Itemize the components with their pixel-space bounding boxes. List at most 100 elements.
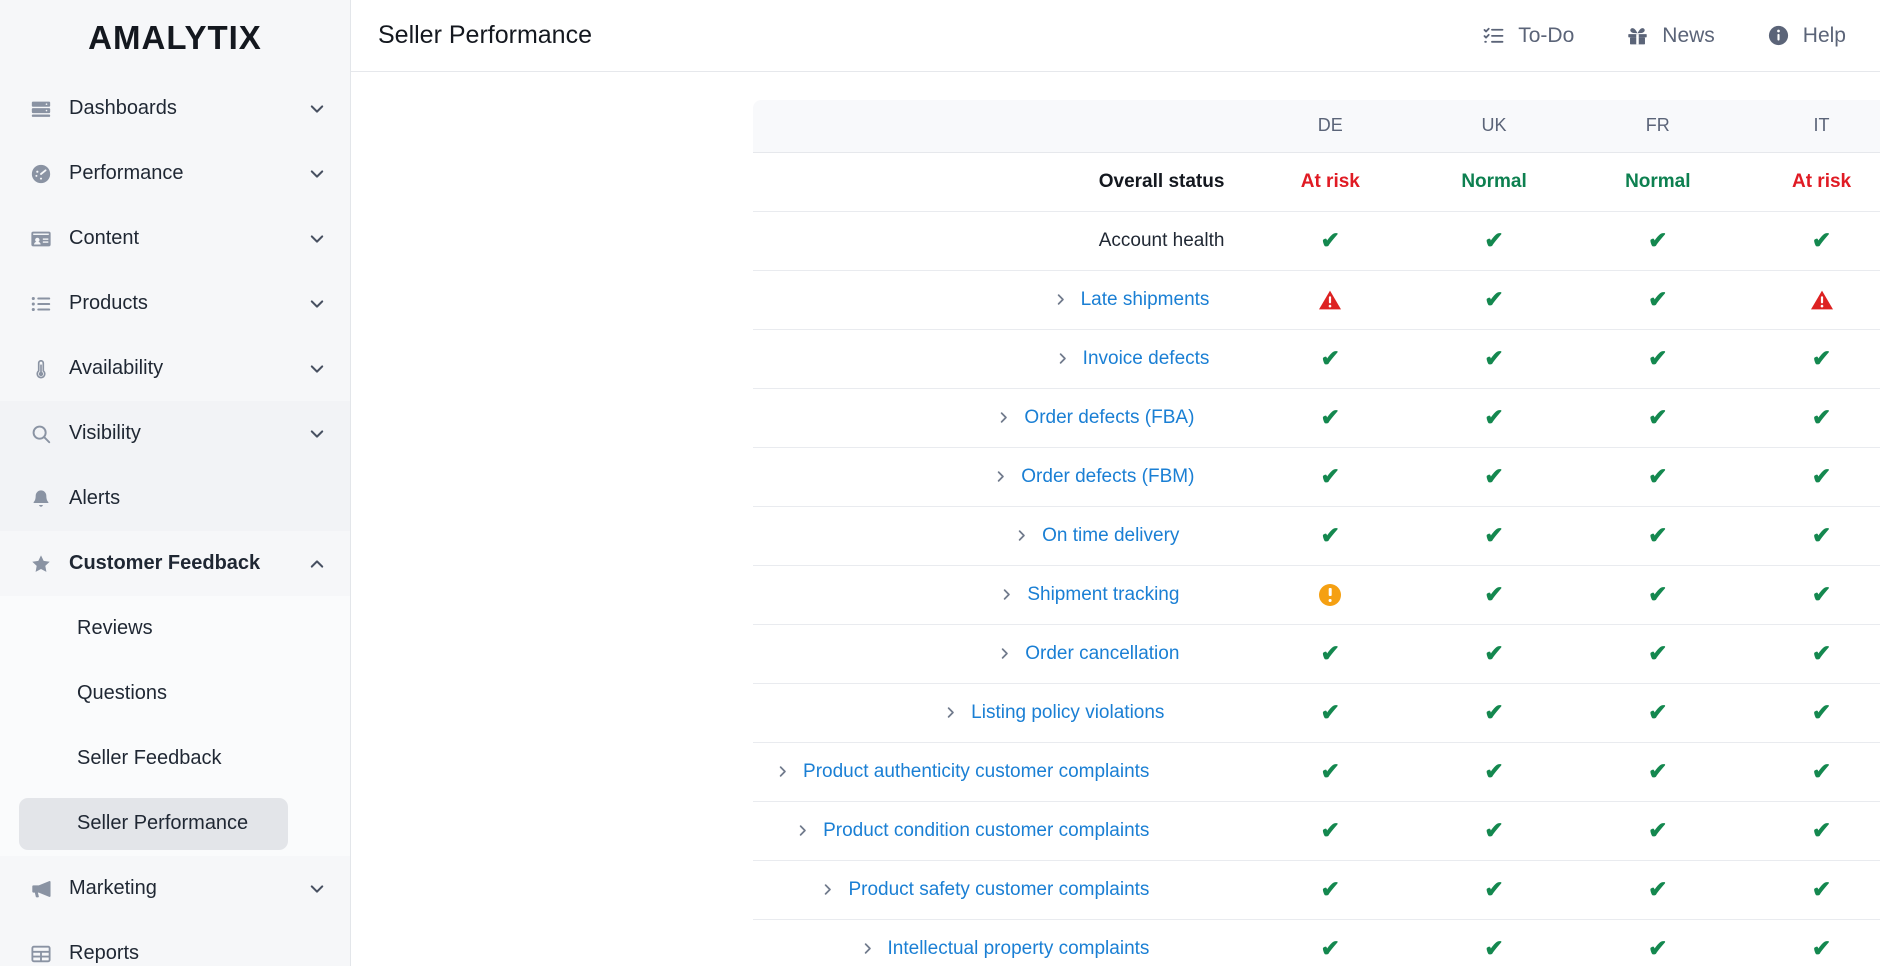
topnav-item-to-do[interactable]: To-Do	[1482, 24, 1574, 48]
sidebar-item-alerts[interactable]: Alerts	[0, 466, 350, 531]
sidebar-item-performance[interactable]: Performance	[0, 141, 350, 206]
row-label[interactable]: Listing policy violations	[971, 702, 1164, 724]
column-header-it[interactable]: IT	[1739, 100, 1880, 153]
sidebar-item-content[interactable]: Content	[0, 206, 350, 271]
check-icon: ✔	[1484, 403, 1504, 430]
row-label-wrap: Product condition customer complaints	[753, 820, 1248, 842]
status-cell: ✔	[1248, 683, 1413, 743]
row-label[interactable]: Product condition customer complaints	[823, 820, 1149, 842]
sidebar-item-dashboards[interactable]: Dashboards	[0, 76, 350, 141]
brand-name: AMALYTIX	[88, 19, 262, 56]
sidebar-subitem-seller-performance[interactable]: Seller Performance	[0, 791, 350, 856]
row-label[interactable]: Product authenticity customer complaints	[803, 761, 1149, 783]
expand-chevron-right-icon[interactable]	[998, 646, 1011, 661]
status-cell: ✔	[1412, 624, 1576, 684]
check-icon: ✔	[1320, 698, 1340, 725]
row-label-cell: Order cancellation	[753, 624, 1249, 684]
row-label-wrap: Late shipments	[753, 289, 1248, 311]
status-cell: ✔	[1739, 801, 1880, 861]
column-header-de[interactable]: DE	[1248, 100, 1413, 153]
chevron-down-icon[interactable]	[308, 100, 326, 118]
expand-chevron-right-icon[interactable]	[997, 410, 1010, 425]
status-cell: ✔	[1739, 565, 1880, 625]
row-label[interactable]: On time delivery	[1042, 525, 1179, 547]
expand-chevron-right-icon[interactable]	[1015, 528, 1028, 543]
chevron-down-icon[interactable]	[308, 295, 326, 313]
expand-chevron-right-icon[interactable]	[1056, 351, 1069, 366]
expand-chevron-right-icon[interactable]	[796, 823, 809, 838]
main-area: Seller Performance To-Do News Help DE UK FR I…	[351, 0, 1880, 966]
sidebar-nav: Dashboards Performance Content Products Avai…	[0, 76, 350, 966]
page-title: Seller Performance	[378, 21, 592, 49]
topnav-item-help[interactable]: Help	[1767, 24, 1846, 48]
status-cell: ✔	[1575, 447, 1740, 507]
brand-logo[interactable]: AMALYTIX	[0, 0, 350, 76]
sidebar-subgroup-customer-feedback: Reviews Questions Seller Feedback Seller Pe…	[0, 596, 350, 856]
check-icon: ✔	[1811, 875, 1832, 902]
sidebar: AMALYTIX Dashboards Performance Content Pro…	[0, 0, 351, 966]
column-header-fr[interactable]: FR	[1575, 100, 1740, 153]
status-cell	[1248, 565, 1413, 625]
sidebar-subitem-reviews[interactable]: Reviews	[0, 596, 350, 661]
sidebar-item-reports[interactable]: Reports	[0, 921, 350, 966]
check-icon: ✔	[1320, 934, 1340, 961]
topnav-label: News	[1662, 23, 1715, 47]
chevron-down-icon[interactable]	[308, 230, 326, 248]
sidebar-item-label: Content	[69, 227, 140, 249]
sidebar-subitem-questions[interactable]: Questions	[0, 661, 350, 726]
row-label-wrap: Product authenticity customer complaints	[753, 761, 1248, 783]
chevron-down-icon[interactable]	[308, 165, 326, 183]
status-cell: ✔	[1412, 270, 1576, 330]
check-icon: ✔	[1811, 521, 1832, 548]
sidebar-item-marketing[interactable]: Marketing	[0, 856, 350, 921]
check-icon: ✔	[1648, 698, 1668, 725]
status-cell: ✔	[1739, 329, 1880, 389]
status-cell: ✔	[1412, 211, 1576, 271]
status-cell: ✔	[1575, 801, 1740, 861]
status-cell: ✔	[1412, 388, 1576, 448]
check-icon: ✔	[1484, 580, 1504, 607]
table-row: Late shipments✔✔✔✔	[753, 270, 1880, 330]
row-label-cell: Shipment tracking	[753, 565, 1249, 625]
sidebar-item-products[interactable]: Products	[0, 271, 350, 336]
sidebar-item-visibility[interactable]: Visibility	[0, 401, 350, 466]
sidebar-subitem-pill: Seller Performance	[19, 797, 289, 850]
row-label[interactable]: Invoice defects	[1083, 348, 1210, 370]
row-label[interactable]: Late shipments	[1081, 289, 1210, 311]
expand-chevron-right-icon[interactable]	[821, 882, 834, 897]
topnav-label: To-Do	[1518, 23, 1575, 47]
expand-chevron-right-icon[interactable]	[994, 469, 1007, 484]
check-icon: ✔	[1484, 698, 1504, 725]
sidebar-item-availability[interactable]: Availability	[0, 336, 350, 401]
table-corner-header	[753, 100, 1249, 153]
row-label[interactable]: Order defects (FBA)	[1024, 407, 1194, 429]
expand-chevron-right-icon[interactable]	[861, 941, 874, 956]
expand-chevron-right-icon[interactable]	[944, 705, 957, 720]
search-icon	[30, 423, 52, 445]
row-label-cell: Order defects (FBM)	[753, 447, 1249, 507]
sidebar-item-customer-feedback[interactable]: Customer Feedback	[0, 531, 350, 596]
row-label[interactable]: Product safety customer complaints	[848, 879, 1149, 901]
topnav-item-news[interactable]: News	[1626, 24, 1715, 48]
check-icon: ✔	[1320, 521, 1340, 548]
chevron-up-icon[interactable]	[308, 555, 326, 573]
chevron-down-icon[interactable]	[308, 880, 326, 898]
check-icon: ✔	[1320, 403, 1340, 430]
chevron-down-icon[interactable]	[308, 425, 326, 443]
expand-chevron-right-icon[interactable]	[1054, 292, 1067, 307]
status-cell: ✔	[1739, 211, 1880, 271]
row-label[interactable]: Order defects (FBM)	[1021, 466, 1194, 488]
check-icon: ✔	[1811, 403, 1832, 430]
row-label[interactable]: Order cancellation	[1025, 643, 1179, 665]
id-card-icon	[30, 228, 52, 250]
column-header-uk[interactable]: UK	[1412, 100, 1576, 153]
expand-chevron-right-icon[interactable]	[1000, 587, 1013, 602]
chevron-down-icon[interactable]	[308, 360, 326, 378]
sidebar-subitem-seller-feedback[interactable]: Seller Feedback	[0, 726, 350, 791]
check-icon: ✔	[1811, 226, 1832, 253]
row-label[interactable]: Shipment tracking	[1027, 584, 1179, 606]
sidebar-item-label: Availability	[69, 357, 164, 379]
row-label[interactable]: Intellectual property complaints	[888, 938, 1150, 960]
expand-chevron-right-icon[interactable]	[776, 764, 789, 779]
info-icon	[1767, 24, 1790, 47]
